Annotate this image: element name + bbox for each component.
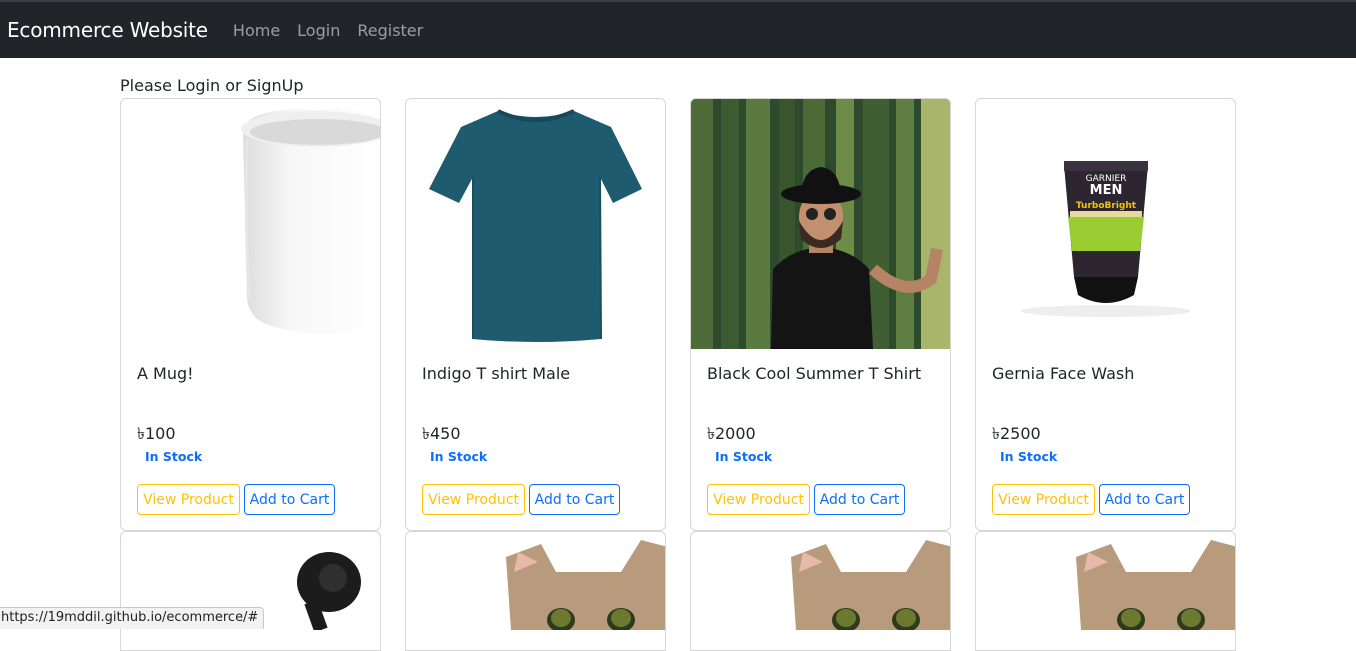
cat-face-icon	[1076, 540, 1235, 632]
view-product-button[interactable]: View Product	[137, 484, 240, 515]
product-title: Gernia Face Wash	[992, 364, 1135, 383]
nav-link-register[interactable]: Register	[357, 21, 423, 40]
product-price: ৳100	[137, 424, 176, 443]
view-product-button[interactable]: View Product	[422, 484, 525, 515]
product-image-tshirt	[406, 99, 665, 349]
login-prompt: Please Login or SignUp	[120, 76, 304, 95]
product-image-face-wash: GARNIER MEN TurboBright	[976, 99, 1235, 349]
product-card	[405, 531, 666, 651]
stock-status: In Stock	[1000, 449, 1058, 464]
nav-link-login[interactable]: Login	[297, 21, 340, 40]
product-price: ৳2000	[707, 424, 756, 443]
add-to-cart-button[interactable]: Add to Cart	[529, 484, 620, 515]
stock-status: In Stock	[145, 449, 203, 464]
navbar-brand[interactable]: Ecommerce Website	[7, 18, 208, 42]
stock-status: In Stock	[715, 449, 773, 464]
view-product-button[interactable]: View Product	[992, 484, 1095, 515]
add-to-cart-button[interactable]: Add to Cart	[1099, 484, 1190, 515]
status-bar-url: https://19mddil.github.io/ecommerce/#	[0, 607, 265, 629]
product-card	[690, 531, 951, 651]
face-wash-product: TurboBright	[1076, 201, 1137, 211]
product-card	[120, 531, 381, 651]
face-wash-logo-men: MEN	[1090, 183, 1123, 198]
product-image-black-tshirt	[691, 99, 950, 349]
view-product-button[interactable]: View Product	[707, 484, 810, 515]
product-card: Black Cool Summer T Shirt ৳2000 In Stock…	[690, 98, 951, 531]
product-title: Indigo T shirt Male	[422, 364, 571, 383]
product-card: Indigo T shirt Male ৳450 In Stock View P…	[405, 98, 666, 531]
cat-face-icon	[506, 540, 665, 632]
product-price: ৳450	[422, 424, 461, 443]
add-to-cart-button[interactable]: Add to Cart	[814, 484, 905, 515]
product-title: Black Cool Summer T Shirt	[707, 364, 922, 383]
product-title: A Mug!	[137, 364, 194, 383]
product-card: A Mug! ৳100 In Stock View Product Add to…	[120, 98, 381, 531]
nav-link-home[interactable]: Home	[233, 21, 280, 40]
product-card: GARNIER MEN TurboBright Gernia Face Wash…	[975, 98, 1236, 531]
cat-face-icon	[791, 540, 950, 632]
stock-status: In Stock	[430, 449, 488, 464]
product-price: ৳2500	[992, 424, 1041, 443]
navbar: Ecommerce Website Home Login Register	[0, 0, 1356, 58]
add-to-cart-button[interactable]: Add to Cart	[244, 484, 335, 515]
product-image-mug	[121, 99, 380, 349]
product-card	[975, 531, 1236, 651]
